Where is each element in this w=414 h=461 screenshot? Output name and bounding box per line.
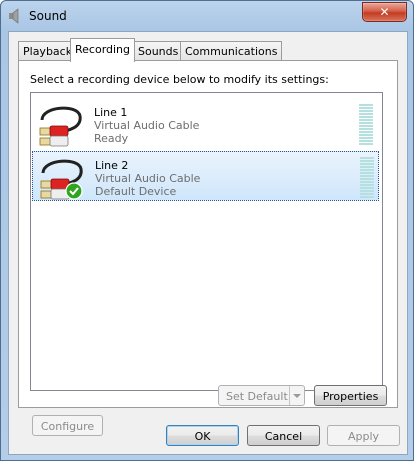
device-item-line-1[interactable]: Line 1 Virtual Audio Cable Ready [32, 99, 379, 149]
audio-cable-icon [39, 106, 82, 147]
title-bar[interactable]: Sound ✕ [1, 1, 413, 31]
tab-recording[interactable]: Recording [70, 38, 136, 62]
device-name: Line 1 [94, 106, 128, 119]
tab-playback[interactable]: Playback [18, 41, 78, 61]
tab-sounds[interactable]: Sounds [133, 41, 184, 61]
speaker-icon [9, 8, 19, 24]
device-status: Ready [94, 132, 129, 145]
device-description: Virtual Audio Cable [95, 172, 201, 185]
device-list[interactable]: Line 1 Virtual Audio Cable Ready Line 2 … [30, 92, 383, 391]
dialog-body: Playback Recording Sounds Communications… [8, 31, 408, 455]
ok-button[interactable]: OK [166, 425, 239, 446]
device-item-line-2[interactable]: Line 2 Virtual Audio Cable Default Devic… [32, 151, 379, 201]
level-meter [360, 157, 374, 199]
device-status: Default Device [95, 185, 177, 198]
configure-button[interactable]: Configure [32, 415, 103, 436]
set-default-label: Set Default [226, 390, 288, 403]
configure-label: Configure [40, 420, 95, 433]
default-checkmark-icon [65, 182, 83, 200]
sound-dialog: Sound ✕ Playback Recording Sounds Commun… [0, 0, 414, 461]
properties-button[interactable]: Properties [314, 385, 387, 406]
set-default-dropdown-arrow[interactable] [289, 386, 304, 405]
ok-label: OK [194, 430, 211, 443]
properties-label: Properties [322, 390, 379, 403]
instruction-text: Select a recording device below to modif… [30, 73, 329, 86]
cancel-label: Cancel [264, 430, 303, 443]
cancel-button[interactable]: Cancel [247, 425, 320, 446]
tab-communications[interactable]: Communications [180, 41, 283, 61]
apply-button[interactable]: Apply [327, 425, 400, 446]
set-default-button[interactable]: Set Default [218, 385, 305, 406]
device-name: Line 2 [95, 159, 129, 172]
device-description: Virtual Audio Cable [94, 119, 200, 132]
level-meter [359, 104, 373, 146]
apply-label: Apply [347, 430, 380, 443]
recording-panel: Select a recording device below to modif… [18, 60, 398, 436]
close-button[interactable]: ✕ [362, 2, 407, 22]
window-title: Sound [29, 9, 67, 23]
